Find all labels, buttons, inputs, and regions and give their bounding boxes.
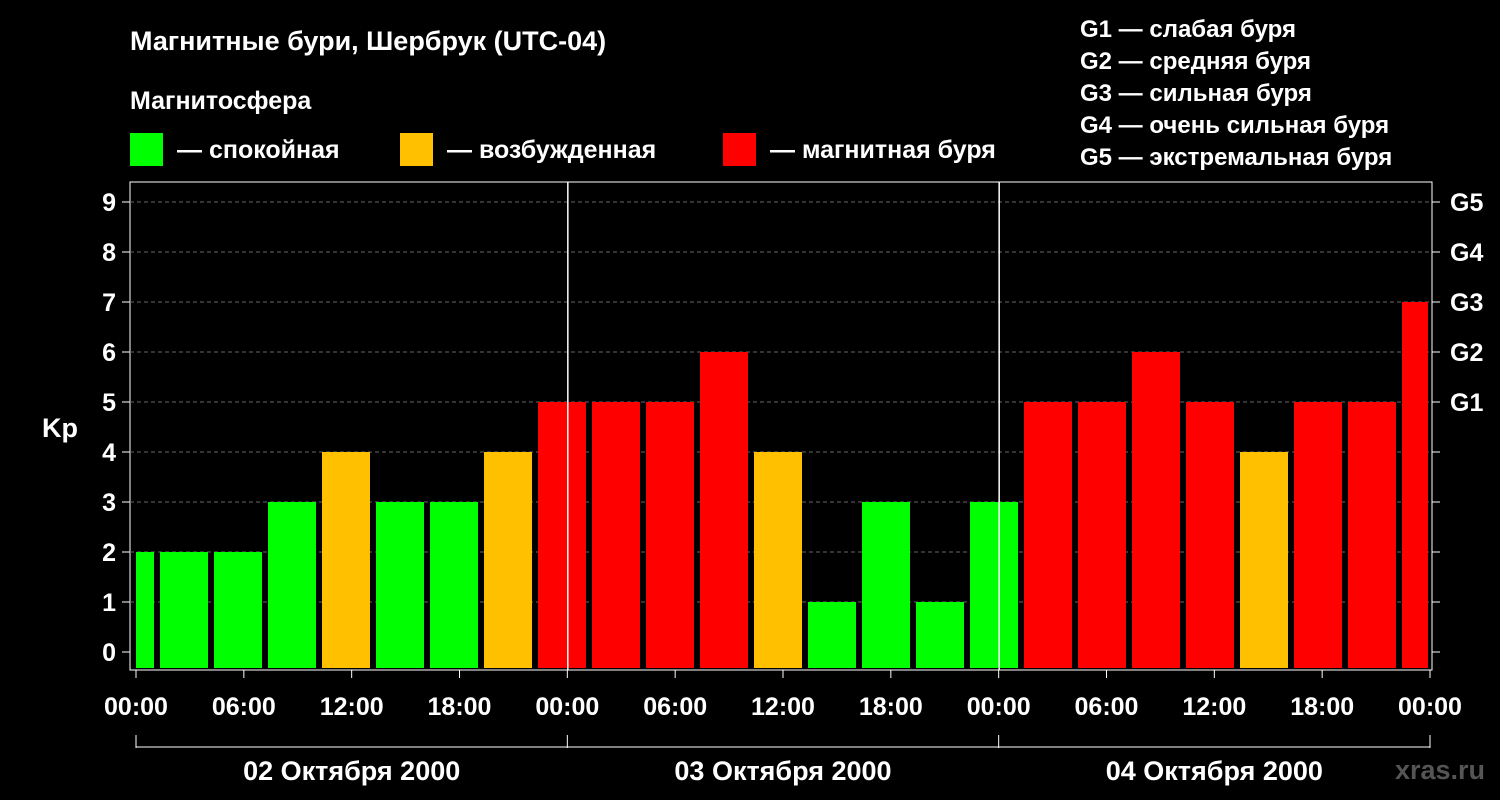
g-level-label: G3	[1450, 289, 1483, 317]
x-tick-label: 06:00	[643, 693, 707, 721]
chart-subtitle: Магнитосфера	[130, 87, 312, 115]
kp-bar	[862, 502, 910, 668]
y-tick-label: 5	[102, 389, 116, 417]
g-legend-item: G1 — слабая буря	[1080, 16, 1296, 43]
x-tick-label: 12:00	[1182, 693, 1246, 721]
kp-bar	[1078, 402, 1126, 668]
y-tick-label: 1	[102, 589, 116, 617]
y-tick-label: 3	[102, 489, 116, 517]
x-tick-label: 06:00	[1075, 693, 1139, 721]
g-level-label: G5	[1450, 189, 1483, 217]
day-label: 03 Октября 2000	[674, 756, 891, 786]
y-axis-label: Kp	[42, 413, 78, 443]
y-tick-label: 7	[102, 289, 116, 317]
kp-bar	[700, 352, 748, 668]
g-level-label: G1	[1450, 389, 1483, 417]
legend-swatch	[400, 133, 433, 166]
kp-bar	[1132, 352, 1180, 668]
legend-swatch	[130, 133, 163, 166]
y-tick-label: 0	[102, 639, 116, 667]
kp-chart: Магнитные бури, Шербрук (UTC-04) Магнито…	[42, 16, 1485, 786]
kp-bar	[1186, 402, 1234, 668]
x-tick-label: 06:00	[212, 693, 276, 721]
kp-bar	[808, 602, 856, 668]
watermark: xras.ru	[1395, 755, 1485, 785]
y-tick-label: 8	[102, 239, 116, 267]
kp-bar	[538, 402, 586, 668]
kp-bar	[1294, 402, 1342, 668]
kp-bar	[970, 502, 1018, 668]
kp-bar	[430, 502, 478, 668]
g-legend-item: G2 — средняя буря	[1080, 48, 1311, 75]
y-tick-label: 2	[102, 539, 116, 567]
chart-title: Магнитные бури, Шербрук (UTC-04)	[130, 26, 606, 56]
kp-bar	[754, 452, 802, 668]
g-level-label: G4	[1450, 239, 1483, 267]
y-tick-label: 4	[102, 439, 116, 467]
kp-bar	[916, 602, 964, 668]
x-tick-label: 12:00	[751, 693, 815, 721]
legend-label: — возбужденная	[447, 136, 656, 164]
plot-area: 0 1 2 3 4 5 6 7 8 9 Kp G1 G2 G3 G4 G5 00:00 06:00 12:00 18:…	[42, 181, 1483, 786]
x-tick-label: 00:00	[104, 693, 168, 721]
kp-bar	[1024, 402, 1072, 668]
kp-bar	[214, 552, 262, 668]
y-tick-label: 9	[102, 189, 116, 217]
x-tick-label: 18:00	[859, 693, 923, 721]
day-label: 02 Октября 2000	[243, 756, 460, 786]
kp-bar	[1348, 402, 1396, 668]
kp-bar	[1240, 452, 1288, 668]
kp-bar	[592, 402, 640, 668]
kp-bar	[646, 402, 694, 668]
kp-bar	[160, 552, 208, 668]
kp-bar	[268, 502, 316, 668]
x-tick-label: 00:00	[535, 693, 599, 721]
kp-bar	[484, 452, 532, 668]
g-level-label: G2	[1450, 339, 1483, 367]
legend-swatch	[723, 133, 756, 166]
status-legend: — спокойная — возбужденная — магнитная бур…	[130, 133, 996, 166]
g-legend-item: G3 — сильная буря	[1080, 80, 1312, 107]
x-tick-label: 00:00	[967, 693, 1031, 721]
x-tick-label: 12:00	[320, 693, 384, 721]
g-scale-legend: G1 — слабая буря G2 — средняя буря G3 — си…	[1080, 16, 1392, 171]
day-label: 04 Октября 2000	[1106, 756, 1323, 786]
kp-bar	[136, 552, 154, 668]
g-legend-item: G4 — очень сильная буря	[1080, 112, 1389, 139]
legend-label: — спокойная	[177, 136, 340, 164]
x-tick-label: 18:00	[428, 693, 492, 721]
x-tick-label: 18:00	[1290, 693, 1354, 721]
y-tick-label: 6	[102, 339, 116, 367]
kp-bar	[376, 502, 424, 668]
kp-bar	[322, 452, 370, 668]
x-tick-label: 00:00	[1398, 693, 1462, 721]
g-legend-item: G5 — экстремальная буря	[1080, 144, 1392, 171]
kp-bar	[1402, 302, 1428, 668]
legend-label: — магнитная буря	[770, 136, 996, 164]
